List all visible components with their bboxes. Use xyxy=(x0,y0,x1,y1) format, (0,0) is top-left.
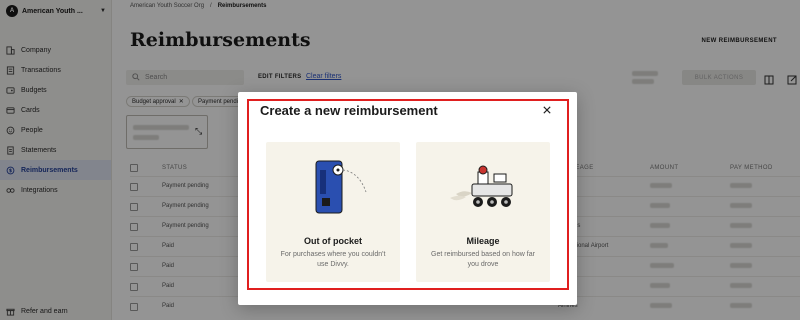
create-reimbursement-modal: Create a new reimbursement Out of pocket… xyxy=(238,92,577,305)
close-icon xyxy=(543,106,551,114)
close-button[interactable] xyxy=(541,104,553,116)
out-of-pocket-option[interactable]: Out of pocket For purchases where you co… xyxy=(266,142,400,282)
rover-car-icon xyxy=(450,165,513,207)
option-description: Get reimbursed based on how far you drov… xyxy=(431,251,535,268)
wallet-card-icon xyxy=(315,160,367,214)
option-title: Mileage xyxy=(466,236,500,246)
modal-title: Create a new reimbursement xyxy=(260,103,438,118)
mileage-option[interactable]: Mileage Get reimbursed based on how far … xyxy=(416,142,550,282)
option-description: For purchases where you couldn't use Div… xyxy=(280,251,386,268)
option-title: Out of pocket xyxy=(304,236,362,246)
